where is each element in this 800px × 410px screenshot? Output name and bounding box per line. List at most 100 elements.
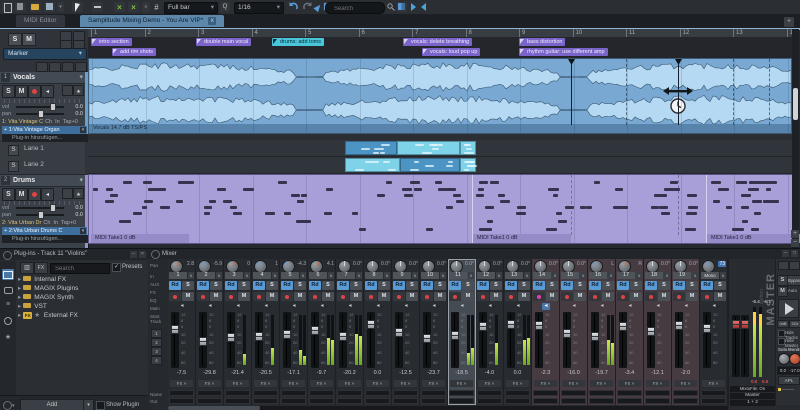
record-button[interactable] xyxy=(253,292,265,301)
hide-master-checkbox[interactable]: ✓ xyxy=(778,338,785,345)
volume-fader[interactable] xyxy=(199,312,207,368)
timeline-marker[interactable]: intro section xyxy=(91,38,132,46)
track-collapse-icon[interactable]: ▾ xyxy=(79,72,83,83)
mute-button[interactable]: M xyxy=(714,292,726,301)
volume-fader[interactable] xyxy=(311,312,319,368)
midi-note[interactable] xyxy=(741,194,751,197)
volume-fader[interactable] xyxy=(703,312,711,368)
fader-cap[interactable] xyxy=(563,329,571,338)
lane-1-row[interactable] xyxy=(88,140,795,157)
minimize-icon[interactable]: – xyxy=(130,251,137,258)
automation-toggle[interactable]: a xyxy=(692,272,698,279)
midi-note[interactable] xyxy=(243,188,254,191)
mute-button[interactable]: M xyxy=(434,292,446,301)
midi-note[interactable] xyxy=(558,220,567,223)
record-ready-button[interactable]: Rd xyxy=(197,281,209,290)
fx-insert-button[interactable]: FX × xyxy=(506,380,529,387)
clipboard-icon[interactable] xyxy=(15,2,26,12)
fx-insert-button[interactable]: FX × xyxy=(338,380,361,387)
channel-name-box[interactable] xyxy=(589,390,614,396)
track-star-icon[interactable]: ★ xyxy=(73,85,84,96)
record-ready-button[interactable]: Rd xyxy=(365,281,377,290)
hide-tracks-checkbox[interactable]: ✓ xyxy=(778,330,785,337)
fader-cap[interactable] xyxy=(703,324,711,333)
master-fader-right[interactable] xyxy=(741,315,749,377)
fader-cap[interactable] xyxy=(199,337,207,346)
mixer-row-label[interactable]: FX xyxy=(150,290,156,295)
mixer-titlebar[interactable]: Mixer – □ xyxy=(148,249,800,259)
midi-note[interactable] xyxy=(148,188,155,191)
volume-fader[interactable] xyxy=(423,312,431,368)
object-lasso-icon[interactable]: ≡ xyxy=(142,2,150,12)
zoom-out-button[interactable]: − xyxy=(791,239,799,247)
fx-insert-button[interactable]: FX × xyxy=(170,380,193,387)
tab-midi-editor[interactable]: MIDI Editor xyxy=(16,15,65,27)
record-button[interactable] xyxy=(477,292,489,301)
mute-button[interactable]: M xyxy=(658,292,670,301)
solo-button[interactable]: S xyxy=(210,281,222,290)
fader-cap[interactable] xyxy=(591,332,599,341)
lane-1-header[interactable]: SLane 1 xyxy=(0,142,85,159)
close-icon[interactable]: × xyxy=(139,251,146,258)
save-icon[interactable] xyxy=(44,2,55,12)
midi-note[interactable] xyxy=(377,194,385,197)
midi-note[interactable] xyxy=(209,200,216,203)
track-instrument-select[interactable]: 1: Vita Vintage CChInTap+0 xyxy=(2,118,85,126)
channel-name-box[interactable] xyxy=(701,390,726,396)
fader-cap[interactable] xyxy=(283,330,291,339)
fader-cap[interactable] xyxy=(255,332,263,341)
midi-note[interactable] xyxy=(686,212,697,215)
master-fader-left[interactable] xyxy=(732,315,740,377)
channel-number[interactable]: 4 xyxy=(253,272,271,279)
solo-button[interactable]: S xyxy=(406,281,418,290)
solo-button[interactable]: S xyxy=(266,281,278,290)
fx-insert-button[interactable]: FX × xyxy=(366,380,389,387)
volume-fader[interactable] xyxy=(227,312,235,368)
mute-button[interactable]: M xyxy=(602,292,614,301)
fader-cap[interactable] xyxy=(423,334,431,343)
rewind-marker-icon[interactable] xyxy=(419,2,427,12)
marker-set-icon[interactable] xyxy=(36,62,48,72)
plugins-panel-titlebar[interactable]: Plug-ins - Track 11 "Violins" – × xyxy=(0,249,148,260)
midi-note[interactable] xyxy=(144,200,153,203)
track-star-icon[interactable]: ★ xyxy=(73,188,84,199)
record-ready-button[interactable]: Rd xyxy=(477,281,489,290)
fx-insert-button[interactable]: FX × xyxy=(590,380,613,387)
midi-note[interactable] xyxy=(685,228,696,231)
automation-toggle[interactable]: a xyxy=(580,272,586,279)
global-mute-button[interactable]: M xyxy=(22,33,36,46)
expander-icon[interactable]: ▸ xyxy=(18,294,21,301)
plugin-search-box[interactable] xyxy=(50,263,110,274)
track-solo-button[interactable]: S xyxy=(2,85,15,98)
midi-note[interactable] xyxy=(621,206,628,209)
channel-out-box[interactable] xyxy=(673,398,698,404)
record-button[interactable] xyxy=(337,292,349,301)
track-plugin-slot[interactable]: + 2:Vita Urban Drums C▾ xyxy=(2,227,87,235)
volume-fader[interactable] xyxy=(451,312,459,368)
track-mute-button[interactable]: M xyxy=(15,188,28,201)
browser-monitor-icon[interactable] xyxy=(2,269,14,280)
channel-number[interactable]: 5 xyxy=(281,272,299,279)
mixer-row-label[interactable]: EQ xyxy=(150,298,157,303)
fader-cap[interactable] xyxy=(171,325,179,334)
automation-toggle[interactable]: a xyxy=(328,272,334,279)
mixer-sliders-icon[interactable]: ≡ xyxy=(2,299,14,310)
take-clip[interactable] xyxy=(345,158,400,172)
mixer-horizontal-scrollbar[interactable] xyxy=(168,406,728,410)
gear-icon[interactable] xyxy=(151,250,160,259)
speaker-icon[interactable]: ◂ xyxy=(290,303,298,310)
channel-out-box[interactable] xyxy=(309,398,334,404)
mixer-bank-button[interactable]: 4 xyxy=(151,356,162,365)
meter-view-icon[interactable]: ▥ xyxy=(20,262,34,274)
bypass-button[interactable]: Bypass xyxy=(787,275,800,286)
midi-note[interactable] xyxy=(479,228,489,231)
fader-cap[interactable] xyxy=(647,327,655,336)
channel-out-box[interactable] xyxy=(533,398,558,404)
marker-next-icon[interactable] xyxy=(62,62,74,72)
automation-toggle[interactable]: a xyxy=(636,272,642,279)
volume-fader[interactable] xyxy=(647,312,655,368)
timeline-marker[interactable]: drums: add toms xyxy=(272,38,324,46)
record-ready-button[interactable]: Rd xyxy=(393,281,405,290)
channel-number[interactable]: 16 xyxy=(589,272,607,279)
volume-fader[interactable] xyxy=(339,312,347,368)
